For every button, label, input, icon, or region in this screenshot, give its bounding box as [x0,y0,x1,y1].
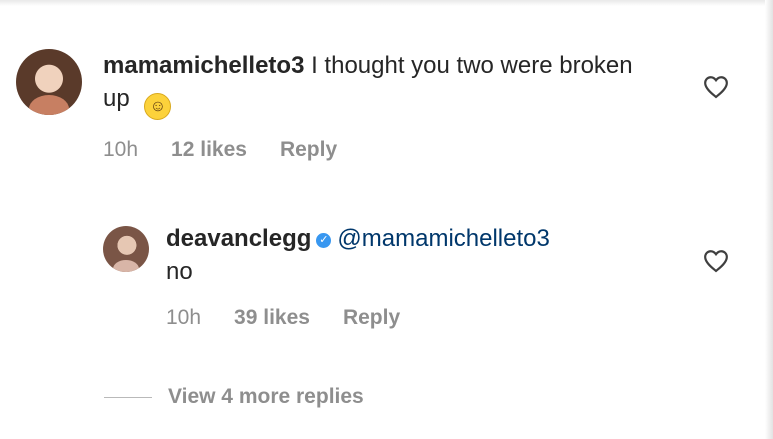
verified-badge-icon: ✓ [316,233,332,248]
reply-text: deavanclegg ✓ @mamamichelleto3 no [166,222,706,288]
reply-mention[interactable]: @mamamichelleto3 [337,225,549,252]
reply-time[interactable]: 10h [166,306,201,330]
top-divider [0,0,773,6]
reply-button[interactable]: Reply [280,138,337,162]
reply-username[interactable]: deavanclegg [166,225,311,252]
reply-item: deavanclegg ✓ @mamamichelleto3 no 10h 39 l… [103,222,756,330]
view-more-replies-button[interactable]: View 4 more replies [104,385,364,409]
reply-body: deavanclegg ✓ @mamamichelleto3 no 10h 39 l… [166,222,756,330]
comment-time[interactable]: 10h [103,138,138,162]
reply-message: no [166,258,193,285]
comment-item: mamamichelleto3 I thought you two were b… [16,49,756,162]
view-more-line [104,396,152,398]
avatar[interactable] [16,49,82,115]
heart-outline-icon[interactable] [703,75,729,99]
view-more-label: View 4 more replies [168,385,364,408]
scrollbar-edge [765,0,773,439]
reply-button[interactable]: Reply [343,306,400,330]
comment-meta: 10h 12 likes Reply [103,138,756,162]
comment-text: mamamichelleto3 I thought you two were b… [103,49,643,120]
comment-body: mamamichelleto3 I thought you two were b… [103,49,756,162]
comment-username[interactable]: mamamichelleto3 [103,52,304,79]
comment-thread: mamamichelleto3 I thought you two were b… [0,0,773,439]
heart-outline-icon[interactable] [703,249,729,273]
reply-likes[interactable]: 39 likes [234,306,310,330]
comment-likes[interactable]: 12 likes [171,138,247,162]
avatar[interactable] [103,226,149,272]
reply-meta: 10h 39 likes Reply [166,306,756,330]
smiling-face-with-tear-emoji-icon: ☺ [144,93,172,120]
